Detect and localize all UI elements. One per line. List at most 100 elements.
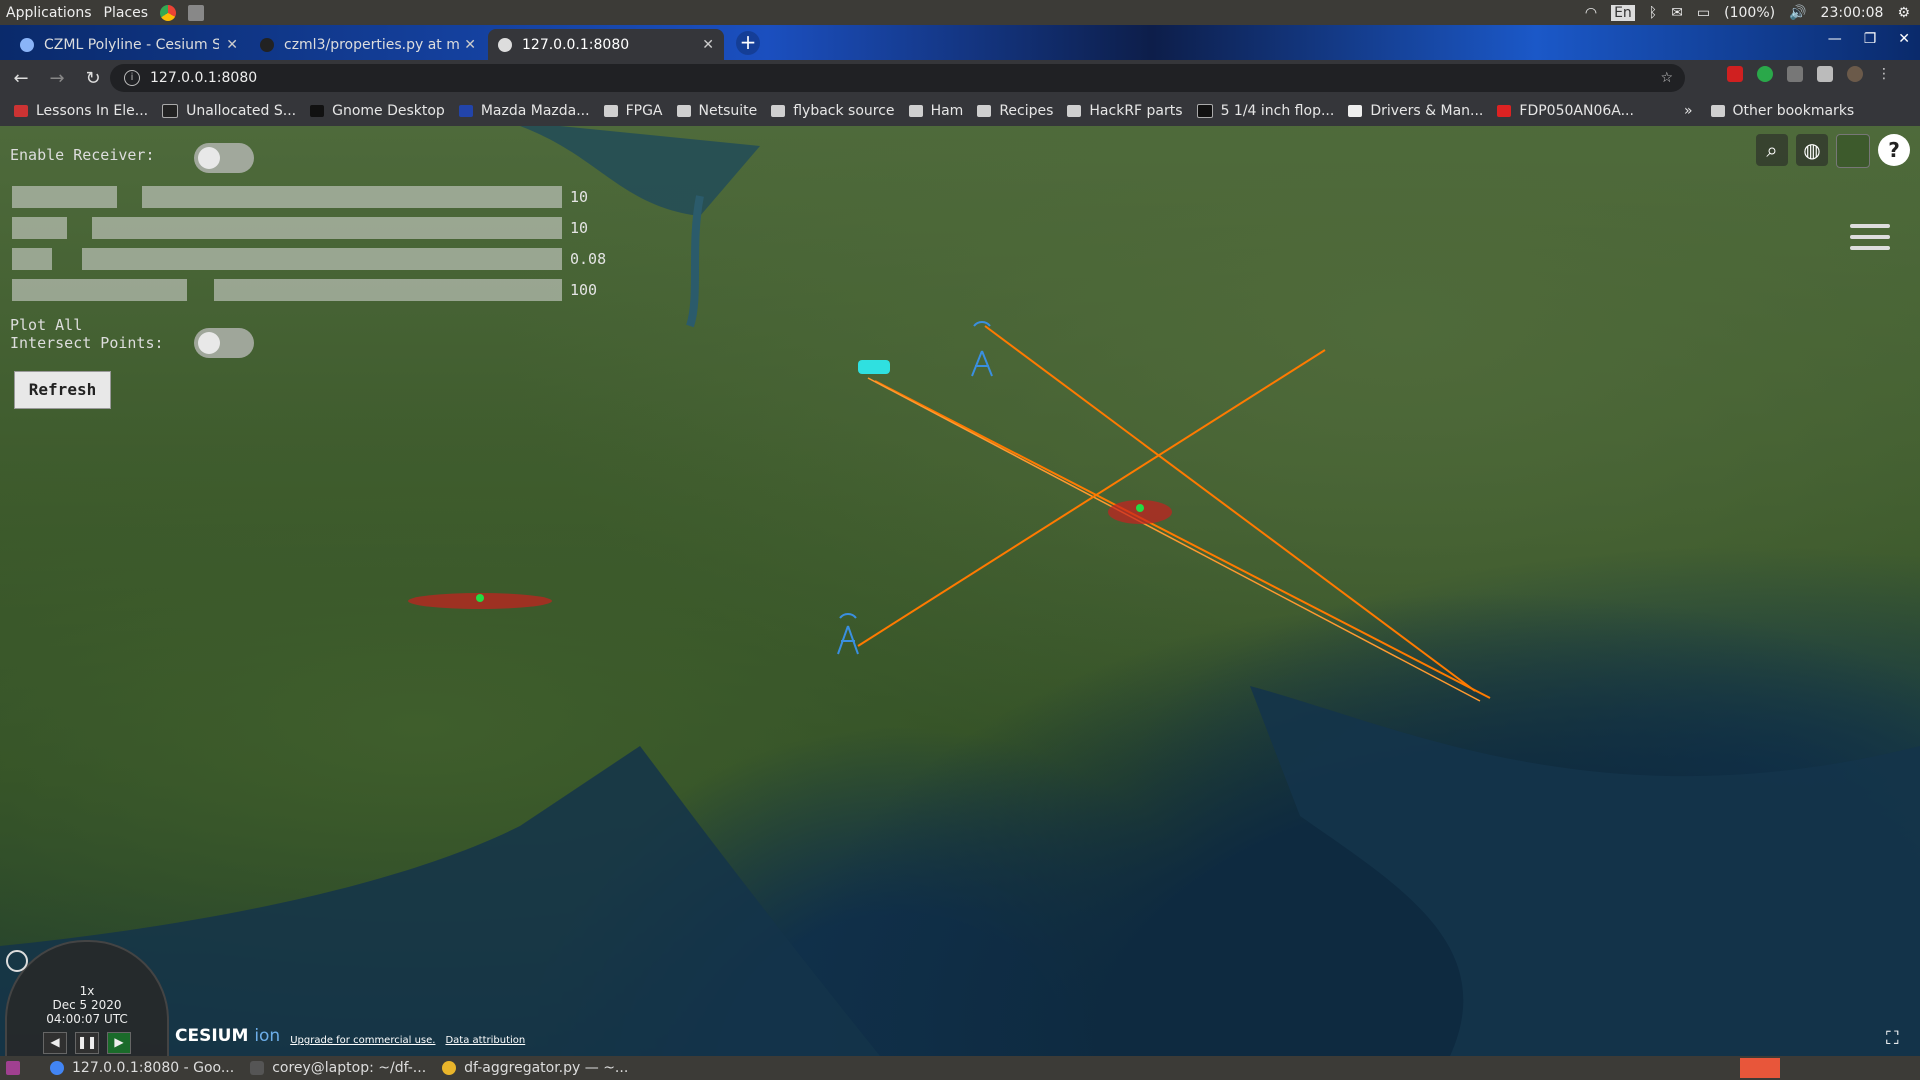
bookmark-label: Drivers & Man...	[1370, 103, 1484, 119]
animation-date: Dec 5 2020	[52, 998, 122, 1012]
bookmark-folder-hackrf[interactable]: HackRF parts	[1067, 103, 1183, 119]
enable-receiver-label: Enable Receiver:	[10, 146, 155, 164]
places-menu[interactable]: Places	[104, 5, 149, 21]
new-tab-button[interactable]: +	[736, 31, 760, 55]
bookmark-folder-netsuite[interactable]: Netsuite	[676, 103, 757, 119]
globe-icon[interactable]: ◍	[1796, 134, 1828, 166]
bookmark-gnome[interactable]: Gnome Desktop	[310, 103, 445, 119]
bookmark-folder-recipes[interactable]: Recipes	[977, 103, 1053, 119]
slider-track[interactable]	[12, 217, 67, 239]
url-text[interactable]: 127.0.0.1:8080	[150, 70, 257, 86]
settings-gear-icon[interactable]: ⚙	[1897, 5, 1910, 21]
page-favicon-icon	[310, 105, 325, 117]
pause-icon[interactable]: ❚❚	[75, 1032, 99, 1054]
bookmark-unallocated[interactable]: Unallocated S...	[162, 103, 296, 119]
plot-all-label-line2: Intersect Points:	[10, 334, 164, 352]
restore-icon[interactable]: ❐	[1864, 31, 1877, 47]
bookmark-floppy[interactable]: 5 1/4 inch flop...	[1196, 103, 1334, 119]
battery-icon[interactable]: ▭	[1697, 5, 1710, 21]
bookmark-folder-flyback[interactable]: flyback source	[771, 103, 895, 119]
slider-row[interactable]: 100	[12, 279, 612, 301]
show-desktop-icon[interactable]	[6, 1061, 20, 1075]
bookmark-label: Mazda Mazda...	[480, 103, 590, 119]
slider-track[interactable]	[12, 279, 187, 301]
slider-row[interactable]: 10	[12, 186, 612, 208]
wifi-icon[interactable]: ◠	[1585, 5, 1597, 21]
minimize-icon[interactable]: —	[1828, 31, 1842, 47]
close-tab-icon[interactable]: ✕	[226, 37, 238, 53]
plot-all-intersect-toggle[interactable]	[194, 328, 254, 358]
logo-text: CESIUM	[175, 1026, 249, 1046]
bookmark-star-icon[interactable]: ☆	[1660, 70, 1673, 86]
close-tab-icon[interactable]: ✕	[702, 37, 714, 53]
chrome-launcher-icon[interactable]	[160, 4, 177, 21]
tab-czml-polyline[interactable]: CZML Polyline - Cesium Sa ✕	[10, 29, 248, 60]
tab-localhost[interactable]: 127.0.0.1:8080 ✕	[488, 29, 724, 60]
slider-track[interactable]	[82, 248, 562, 270]
applications-menu[interactable]: Applications	[6, 5, 92, 21]
mail-icon[interactable]: ✉	[1671, 5, 1683, 21]
slider-track[interactable]	[142, 186, 562, 208]
window-close-icon[interactable]: ✕	[1898, 31, 1910, 47]
bookmark-folder-ham[interactable]: Ham	[908, 103, 963, 119]
help-icon[interactable]: ?	[1878, 134, 1910, 166]
slider-row[interactable]: 0.08	[12, 248, 612, 270]
bookmark-folder-fpga[interactable]: FPGA	[603, 103, 663, 119]
workspace-indicator[interactable]	[1740, 1058, 1780, 1078]
bookmarks-bar: Lessons In Ele... Unallocated S... Gnome…	[0, 96, 1920, 126]
page-favicon-icon	[162, 104, 179, 118]
bookmark-drivers[interactable]: Drivers & Man...	[1348, 103, 1483, 119]
bookmark-lessons[interactable]: Lessons In Ele...	[14, 103, 148, 119]
slider-row[interactable]: 10	[12, 217, 612, 239]
folder-icon	[603, 105, 618, 117]
clock[interactable]: 23:00:08	[1821, 5, 1884, 21]
slider-track[interactable]	[12, 186, 117, 208]
play-reverse-icon[interactable]: ◀	[43, 1032, 67, 1054]
taskbar-item-editor[interactable]: df-aggregator.py — ~...	[442, 1060, 628, 1076]
tab-czml3-properties[interactable]: czml3/properties.py at m ✕	[250, 29, 486, 60]
commercial-use-link[interactable]: Upgrade for commercial use.	[290, 1035, 435, 1046]
system-top-bar: Applications Places ◠ En ᛒ ✉ ▭ (100%) 🔊 …	[0, 0, 1920, 25]
chrome-icon	[50, 1061, 64, 1075]
reload-icon[interactable]: ↻	[78, 68, 108, 89]
extension-r-icon[interactable]	[1787, 66, 1803, 82]
terminal-icon	[250, 1061, 265, 1075]
taskbar-item-chrome[interactable]: 127.0.0.1:8080 - Goo...	[50, 1060, 234, 1076]
profile-avatar[interactable]	[1847, 66, 1863, 82]
extensions-puzzle-icon[interactable]	[1817, 66, 1833, 82]
clock-reset-icon[interactable]	[6, 950, 28, 972]
taskbar-item-terminal[interactable]: corey@laptop: ~/df-...	[250, 1060, 426, 1076]
hamburger-menu-icon[interactable]	[1850, 224, 1890, 257]
enable-receiver-toggle[interactable]	[194, 143, 254, 173]
github-favicon-icon	[260, 37, 274, 52]
slider-track[interactable]	[214, 279, 562, 301]
extension-green-icon[interactable]	[1757, 66, 1773, 82]
search-icon[interactable]: ⌕	[1756, 134, 1788, 166]
slider-track[interactable]	[12, 248, 52, 270]
close-tab-icon[interactable]: ✕	[464, 37, 476, 53]
bookmark-label: flyback source	[793, 103, 895, 119]
address-bar[interactable]: i 127.0.0.1:8080 ☆	[110, 64, 1685, 92]
data-attribution-link[interactable]: Data attribution	[445, 1035, 525, 1046]
chrome-menu-icon[interactable]: ⋮	[1877, 66, 1893, 82]
bluetooth-icon[interactable]: ᛒ	[1649, 5, 1657, 21]
back-arrow-icon[interactable]: ←	[6, 68, 36, 89]
page-favicon-icon	[1348, 105, 1363, 117]
extension-red-icon[interactable]	[1727, 66, 1743, 82]
refresh-button[interactable]: Refresh	[14, 371, 111, 409]
play-forward-icon[interactable]: ▶	[107, 1032, 131, 1054]
site-info-icon[interactable]: i	[124, 70, 140, 86]
imagery-picker-icon[interactable]	[1836, 134, 1870, 168]
forward-arrow-icon[interactable]: →	[42, 68, 72, 89]
bookmark-mazda[interactable]: Mazda Mazda...	[458, 103, 590, 119]
other-bookmarks-folder[interactable]: Other bookmarks	[1710, 103, 1854, 119]
bookmark-fdp050[interactable]: FDP050AN06A...	[1497, 103, 1634, 119]
slider-value: 10	[570, 219, 589, 237]
keyboard-layout[interactable]: En	[1611, 4, 1635, 21]
calculator-icon[interactable]	[188, 4, 205, 21]
fullscreen-icon[interactable]: ⛶	[1886, 1028, 1908, 1050]
cesium-ion-logo[interactable]: CESIUM ion	[175, 1026, 280, 1046]
bookmarks-overflow-button[interactable]: »	[1684, 103, 1693, 119]
slider-track[interactable]	[92, 217, 562, 239]
volume-icon[interactable]: 🔊	[1789, 5, 1806, 21]
